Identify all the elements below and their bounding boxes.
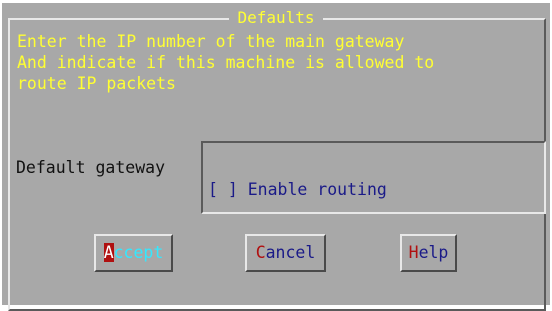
default-gateway-input[interactable]	[201, 141, 546, 214]
enable-routing-checkbox[interactable]: [ ] Enable routing	[208, 179, 387, 200]
cancel-button[interactable]: Cancel	[245, 234, 326, 272]
dialog-description: Enter the IP number of the main gateway …	[17, 32, 435, 93]
help-hotkey: H	[408, 243, 419, 262]
enable-routing-label[interactable]: Enable routing	[248, 180, 387, 199]
help-label: elp	[418, 243, 449, 262]
default-gateway-label: Default gateway	[16, 158, 166, 177]
help-button[interactable]: Help	[400, 234, 457, 272]
accept-label: ccept	[113, 243, 164, 262]
cancel-label: ancel	[265, 243, 316, 262]
checkbox-box[interactable]: [ ]	[208, 180, 238, 199]
cancel-hotkey: C	[255, 243, 266, 262]
dialog-title: Defaults	[2, 8, 550, 28]
defaults-dialog: Defaults Enter the IP number of the main…	[2, 3, 550, 311]
accept-button[interactable]: Accept	[94, 234, 173, 272]
dialog-title-text: Defaults	[229, 8, 323, 27]
accept-hotkey: A	[103, 243, 114, 262]
